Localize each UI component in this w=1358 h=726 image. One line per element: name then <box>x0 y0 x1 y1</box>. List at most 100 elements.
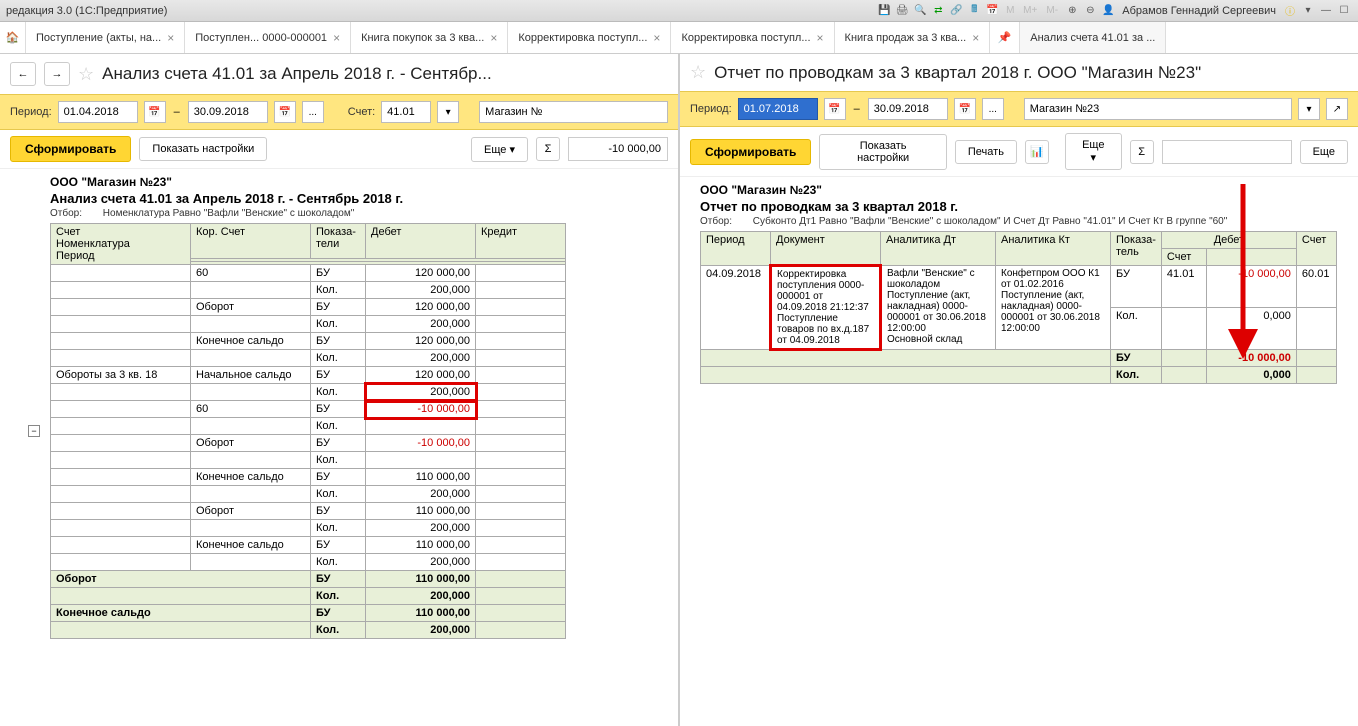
report-area: − ООО "Магазин №23" Анализ счета 41.01 з… <box>0 169 678 726</box>
table-row[interactable]: Конечное сальдоБУ110 000,00 <box>51 537 566 554</box>
favorite-icon[interactable]: ☆ <box>78 64 94 85</box>
form-button[interactable]: Сформировать <box>10 136 131 162</box>
table-row[interactable]: Кол.200,000 <box>51 316 566 333</box>
dropdown-icon[interactable]: ▾ <box>1300 3 1316 19</box>
info-icon[interactable]: ⓘ <box>1282 3 1298 19</box>
calendar-icon[interactable]: 📅 <box>954 98 976 120</box>
zoom-out-icon[interactable]: ⊖ <box>1082 3 1098 19</box>
report-table[interactable]: Период Документ Аналитика Дт Аналитика К… <box>700 231 1337 384</box>
period-picker-button[interactable]: ... <box>302 101 324 123</box>
compare-icon[interactable]: ⇄ <box>930 3 946 19</box>
close-icon[interactable]: × <box>333 31 340 45</box>
form-button[interactable]: Сформировать <box>690 139 811 165</box>
report-area: ООО "Магазин №23" Отчет по проводкам за … <box>680 177 1358 726</box>
table-row[interactable]: Обороты за 3 кв. 18Начальное сальдоБУ120… <box>51 367 566 384</box>
user-name[interactable]: Абрамов Геннадий Сергеевич <box>1118 5 1280 17</box>
preview-icon[interactable]: 🔍 <box>912 3 928 19</box>
dropdown-icon[interactable]: ▾ <box>437 101 459 123</box>
print-button[interactable]: Печать <box>955 140 1017 164</box>
print-icon[interactable]: 🖨 <box>894 3 910 19</box>
more-button-2[interactable]: Еще <box>1300 140 1348 164</box>
minimize-icon[interactable]: — <box>1318 3 1334 19</box>
close-icon[interactable]: × <box>972 31 979 45</box>
close-icon[interactable]: × <box>167 31 174 45</box>
more-button[interactable]: Еще ▾ <box>471 137 528 162</box>
amount-display[interactable] <box>568 137 668 161</box>
table-row[interactable]: 60БУ-10 000,00 <box>51 401 566 418</box>
report-table[interactable]: Счет Номенклатура Период Кор. Счет Показ… <box>50 223 566 639</box>
export-icon[interactable]: 📊 <box>1025 140 1049 164</box>
table-row[interactable]: ОборотБУ110 000,00 <box>51 503 566 520</box>
table-row[interactable]: Кол.200,000 <box>51 520 566 537</box>
tab-label: Корректировка поступл... <box>681 32 810 44</box>
table-row[interactable]: Кол.200,000 <box>51 282 566 299</box>
table-row[interactable]: Кол.200,000 <box>51 384 566 401</box>
right-pane: ☆ Отчет по проводкам за 3 квартал 2018 г… <box>680 54 1358 726</box>
mem-minus-icon[interactable]: М- <box>1042 3 1062 19</box>
dropdown-icon[interactable]: ▾ <box>1298 98 1320 120</box>
close-icon[interactable]: × <box>653 31 660 45</box>
link-icon[interactable]: 🔗 <box>948 3 964 19</box>
calendar-icon[interactable]: 📅 <box>824 98 846 120</box>
back-button[interactable]: ← <box>10 62 36 86</box>
mem-plus-icon[interactable]: М+ <box>1020 3 1040 19</box>
table-row[interactable]: Кол.200,000 <box>51 554 566 571</box>
date-from-input[interactable] <box>58 101 138 123</box>
table-row[interactable]: Кол. <box>51 418 566 435</box>
app-title: редакция 3.0 (1С:Предприятие) <box>6 5 167 17</box>
pin-icon[interactable]: 📌 <box>990 22 1020 53</box>
total-row: БУ -10 000,00 <box>701 350 1337 367</box>
tab-item[interactable]: Поступление (акты, на...× <box>26 22 185 53</box>
tab-item[interactable]: Корректировка поступл... × <box>671 22 834 53</box>
maximize-icon[interactable]: ☐ <box>1336 3 1352 19</box>
table-row[interactable]: Кол.200,000 <box>51 350 566 367</box>
table-row[interactable]: Кол. <box>51 452 566 469</box>
account-input[interactable] <box>381 101 431 123</box>
amount-display[interactable] <box>1162 140 1292 164</box>
table-row[interactable]: Конечное сальдоБУ120 000,00 <box>51 333 566 350</box>
close-icon[interactable]: × <box>817 31 824 45</box>
table-row[interactable]: 04.09.2018 Корректировка поступления 000… <box>701 266 1337 308</box>
save-icon[interactable]: 💾 <box>876 3 892 19</box>
date-to-input[interactable] <box>868 98 948 120</box>
table-row[interactable]: ОборотБУ120 000,00 <box>51 299 566 316</box>
total-row: Кол. 0,000 <box>701 367 1337 384</box>
date-from-input[interactable] <box>738 98 818 120</box>
table-row[interactable]: 60БУ120 000,00 <box>51 265 566 282</box>
date-to-input[interactable] <box>188 101 268 123</box>
settings-button[interactable]: Показать настройки <box>819 134 946 170</box>
org-input[interactable] <box>479 101 668 123</box>
sigma-icon[interactable]: Σ <box>1130 140 1154 164</box>
table-row[interactable]: ОборотБУ-10 000,00 <box>51 435 566 452</box>
user-icon: 👤 <box>1100 3 1116 19</box>
tab-item[interactable]: Книга продаж за 3 ква...× <box>835 22 991 53</box>
calendar-icon[interactable]: 📅 <box>984 3 1000 19</box>
collapse-toggle[interactable]: − <box>28 425 40 437</box>
pane-title: Отчет по проводкам за 3 квартал 2018 г. … <box>714 63 1201 83</box>
zoom-in-icon[interactable]: ⊕ <box>1064 3 1080 19</box>
tab-item[interactable]: Корректировка поступл...× <box>508 22 671 53</box>
sigma-icon[interactable]: Σ <box>536 137 560 161</box>
settings-button[interactable]: Показать настройки <box>139 137 267 161</box>
favorite-icon[interactable]: ☆ <box>690 62 706 83</box>
mem-icon[interactable]: М <box>1002 3 1018 19</box>
org-input[interactable] <box>1024 98 1292 120</box>
table-row[interactable]: Кол.200,000 <box>51 486 566 503</box>
period-picker-button[interactable]: ... <box>982 98 1004 120</box>
tab-item[interactable]: Книга покупок за 3 ква...× <box>351 22 508 53</box>
total-row: Кол.200,000 <box>51 622 566 639</box>
tab-item[interactable]: Анализ счета 41.01 за ... <box>1020 22 1166 53</box>
calc-icon[interactable]: 🖩 <box>966 3 982 19</box>
table-row[interactable]: Конечное сальдоБУ110 000,00 <box>51 469 566 486</box>
th-indicator: Показа- тели <box>311 224 366 259</box>
close-icon[interactable]: × <box>490 31 497 45</box>
calendar-icon[interactable]: 📅 <box>144 101 166 123</box>
account-label: Счет: <box>348 106 375 118</box>
forward-button[interactable]: → <box>44 62 70 86</box>
more-button[interactable]: Еще ▾ <box>1065 133 1122 170</box>
home-tab[interactable]: 🏠 <box>0 22 26 53</box>
open-icon[interactable]: ↗ <box>1326 98 1348 120</box>
th-value <box>1206 249 1296 266</box>
calendar-icon[interactable]: 📅 <box>274 101 296 123</box>
tab-item[interactable]: Поступлен... 0000-000001× <box>185 22 351 53</box>
